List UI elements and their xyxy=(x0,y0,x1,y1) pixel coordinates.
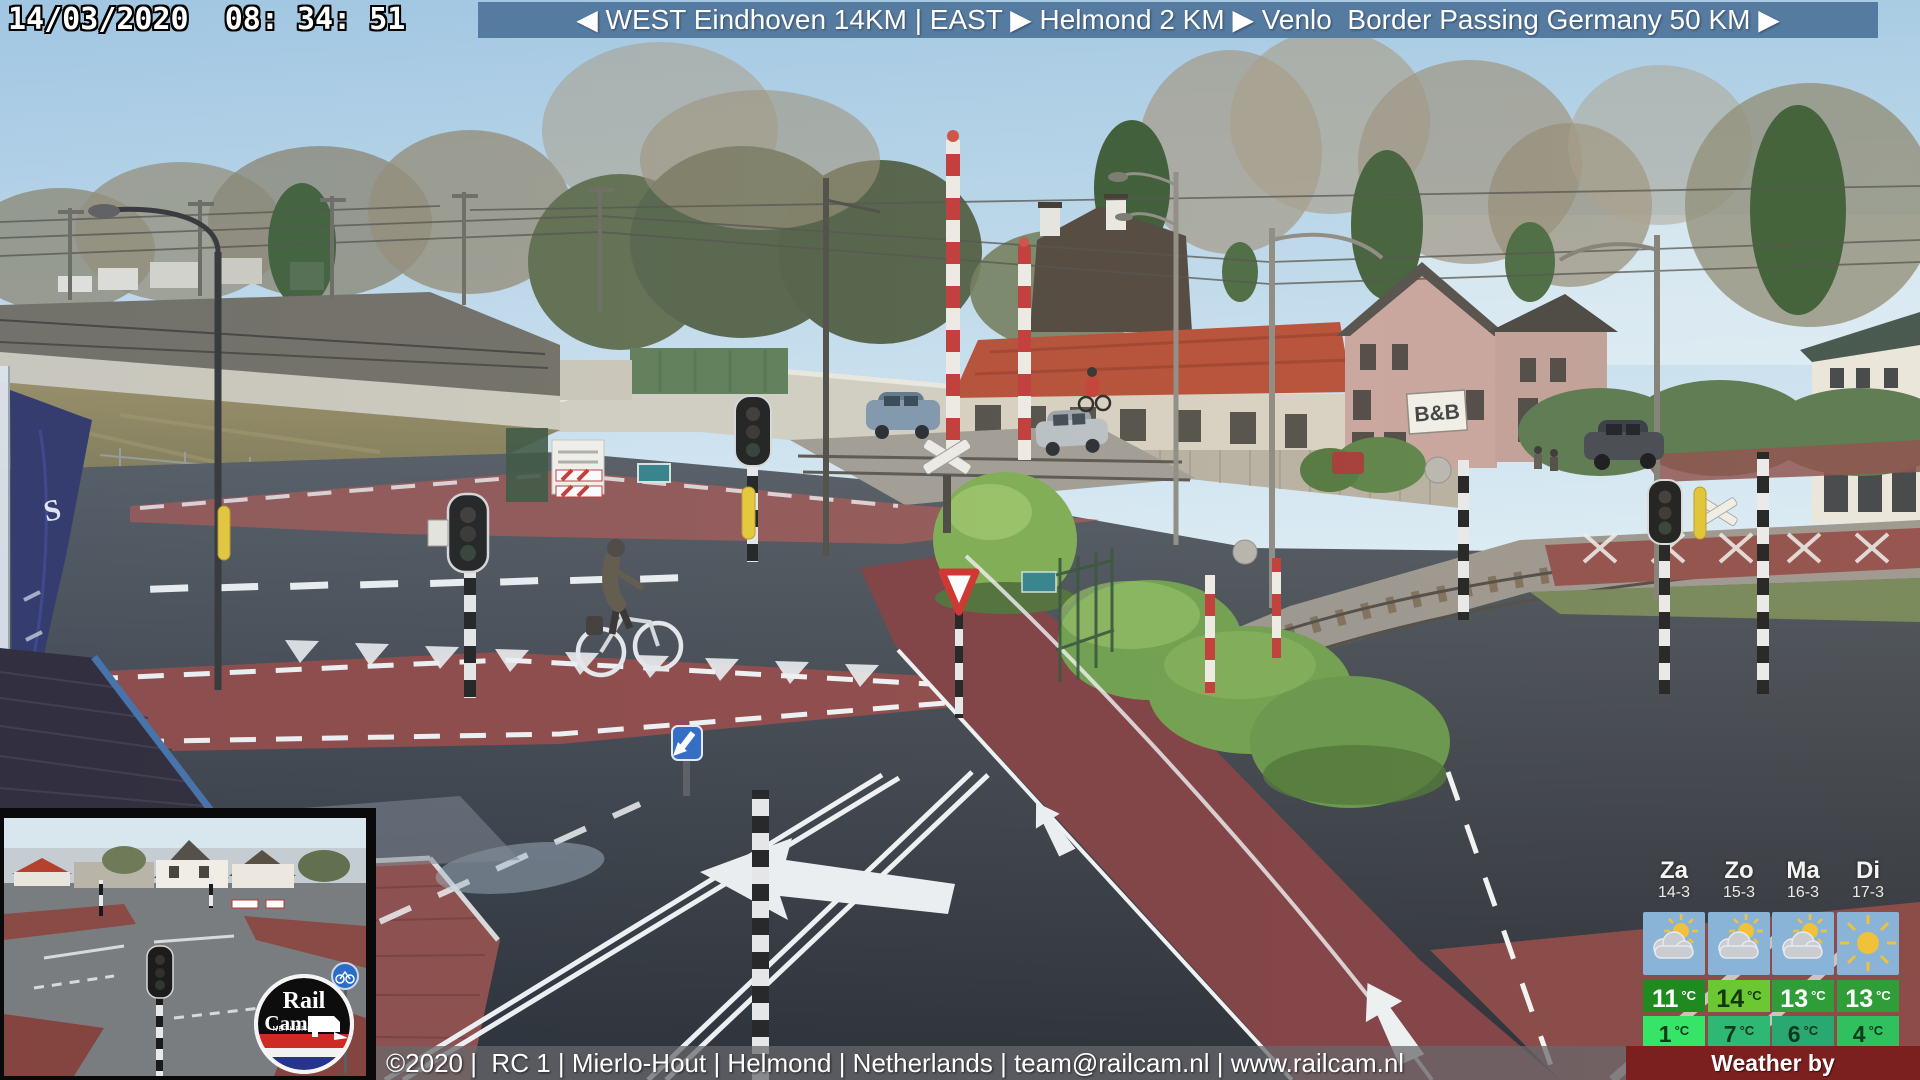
weather-day-label: Za xyxy=(1659,857,1688,884)
railcam-stream: B&B xyxy=(0,0,1920,1080)
high-temp: 14 °C xyxy=(1708,980,1770,1013)
partly-cloudy-icon xyxy=(1653,914,1698,959)
weather-icon-tile xyxy=(1772,912,1834,975)
weather-day-label: Ma xyxy=(1786,857,1820,884)
low-temp: 4 °C xyxy=(1837,1016,1899,1047)
weather-attribution: Weather by Meteoblue.com xyxy=(1626,1046,1920,1080)
weather-day-column: Ma 16-3 13 °C 6 °C xyxy=(1772,857,1834,1047)
weather-day-label: Di xyxy=(1856,857,1880,884)
weather-day-label: Zo xyxy=(1724,857,1754,884)
timestamp-overlay: 14/03/2020 08: 34: 51 xyxy=(8,2,406,37)
sunny-icon xyxy=(1840,915,1896,971)
copyright-bar: ©2020 | RC 1 | Mierlo-Hout | Helmond | N… xyxy=(330,1046,1628,1080)
pip-camera-view: Rail Cam NETHERLANDS xyxy=(0,808,376,1080)
low-temp: 6 °C xyxy=(1772,1016,1834,1047)
high-temp: 11 °C xyxy=(1643,980,1705,1013)
high-temp: 13 °C xyxy=(1837,980,1899,1013)
partly-cloudy-icon xyxy=(1718,914,1763,959)
weather-date: 17-3 xyxy=(1851,884,1885,901)
railcam-logo: Rail Cam NETHERLANDS xyxy=(254,974,354,1074)
partly-cloudy-icon xyxy=(1782,914,1827,959)
weather-icon-tile xyxy=(1643,912,1705,975)
weather-day-column: Di 17-3 13 °C 4 °C xyxy=(1837,857,1899,1047)
low-temp: 1 °C xyxy=(1643,1016,1705,1047)
pip-scene: Rail Cam NETHERLANDS xyxy=(4,818,366,1076)
weather-icon-tile xyxy=(1837,912,1899,975)
weather-date: 16-3 xyxy=(1786,884,1820,901)
high-temp: 13 °C xyxy=(1772,980,1834,1013)
svg-text:NETHERLANDS: NETHERLANDS xyxy=(272,1026,335,1033)
weather-icon-tile xyxy=(1708,912,1770,975)
weather-day-column: Za 14-3 11 °C 1 °C xyxy=(1643,857,1705,1047)
weather-date: 15-3 xyxy=(1722,884,1756,901)
direction-banner: ◀ WEST Eindhoven 14KM | EAST ▶ Helmond 2… xyxy=(478,2,1878,38)
weather-day-column: Zo 15-3 14 °C 7 °C xyxy=(1708,857,1770,1047)
weather-date: 14-3 xyxy=(1657,884,1691,901)
low-temp: 7 °C xyxy=(1708,1016,1770,1047)
